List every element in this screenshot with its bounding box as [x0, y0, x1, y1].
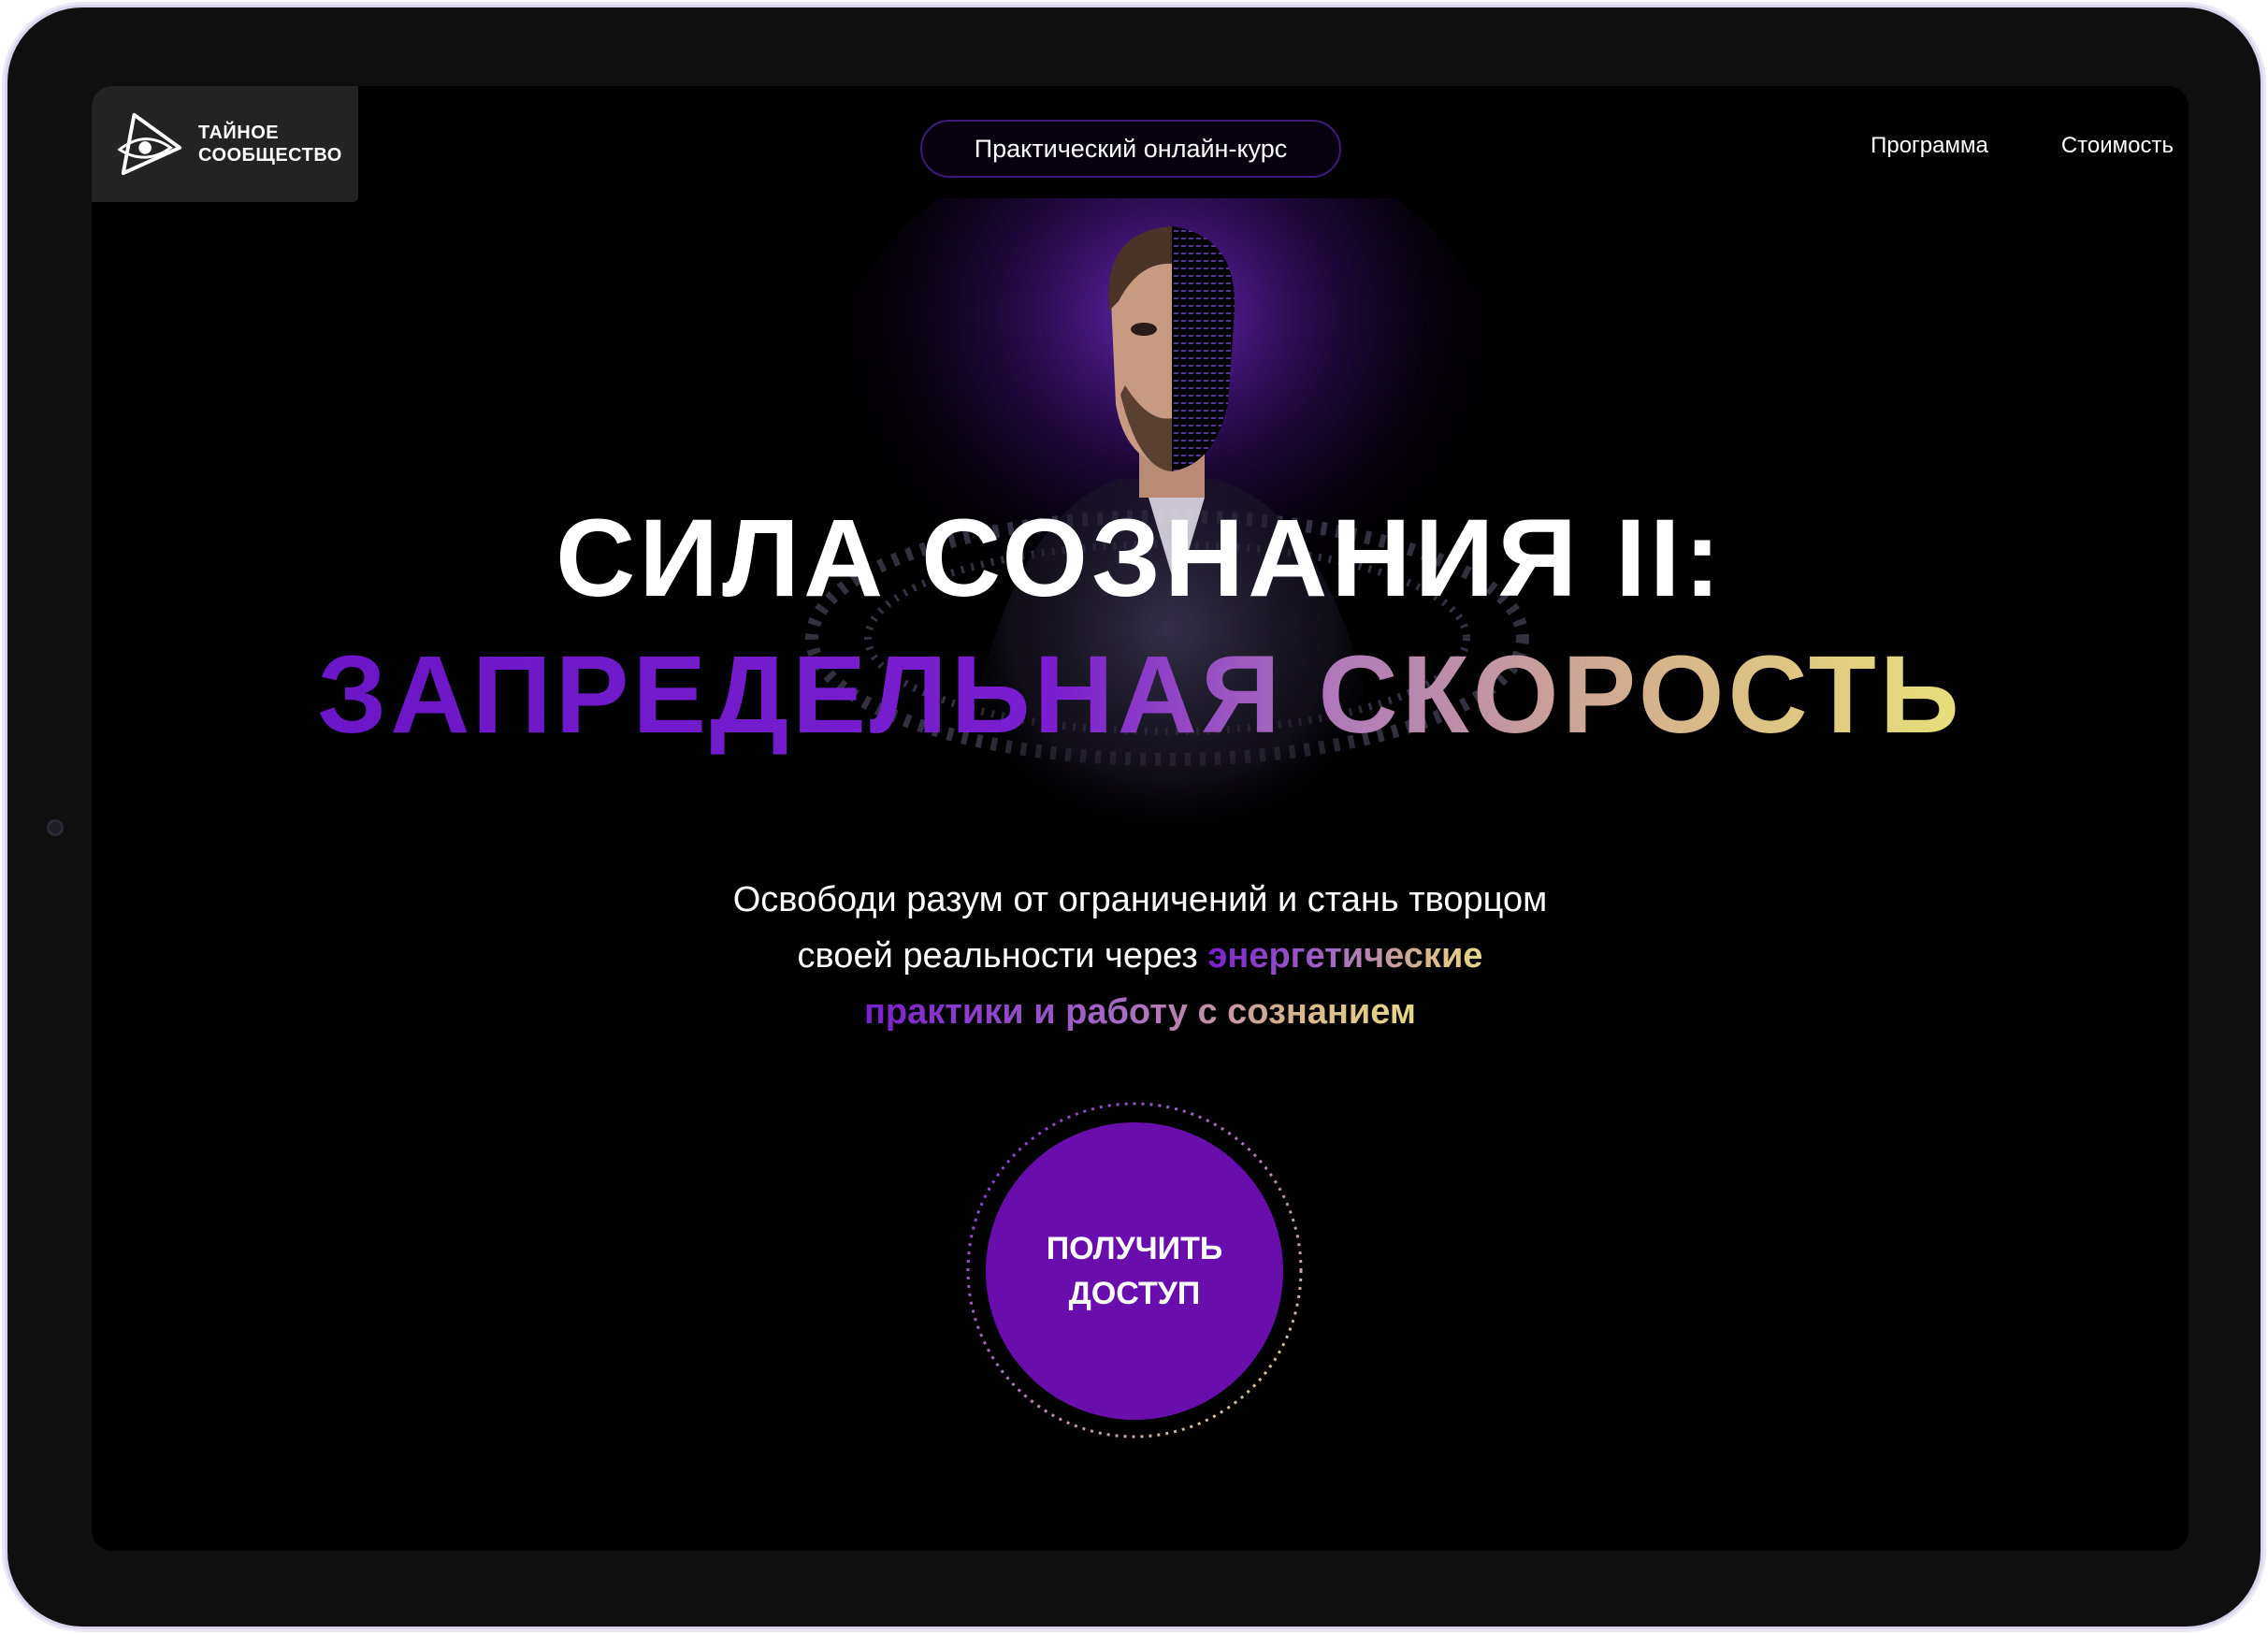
hero-subtitle: Освободи разум от ограничений и стань тв… — [92, 872, 2189, 1040]
logo-line-1: ТАЙНОЕ — [198, 123, 280, 143]
hero-title-highlight: ЗАПРЕДЕЛЬНАЯ СКОРОСТЬ — [92, 634, 2189, 756]
subtitle-line-3: практики и работу с сознанием — [92, 984, 2189, 1040]
logo-text: ТАЙНОЕ СООБЩЕСТВО — [198, 122, 342, 166]
subtitle-highlight-1: энергетические — [1207, 936, 1483, 976]
subtitle-line-1: Освободи разум от ограничений и стань тв… — [732, 880, 1548, 919]
course-type-badge: Практический онлайн-курс — [920, 120, 1341, 178]
logo[interactable]: ТАЙНОЕ СООБЩЕСТВО — [92, 86, 358, 202]
subtitle-line-2: своей реальности через энергетические — [92, 928, 2189, 984]
nav-link-price[interactable]: Стоимость — [2061, 133, 2174, 159]
subtitle-highlight-2: практики и работу с сознанием — [863, 992, 1417, 1032]
logo-line-2: СООБЩЕСТВО — [198, 145, 342, 166]
camera-icon — [47, 819, 64, 836]
get-access-button[interactable]: ПОЛУЧИТЬ ДОСТУП — [986, 1122, 1283, 1420]
main-nav: Программа Стоимость — [1871, 133, 2174, 159]
subtitle-text: своей реальности через — [797, 936, 1208, 976]
nav-link-program[interactable]: Программа — [1871, 133, 1988, 159]
landing-page: ТАЙНОЕ СООБЩЕСТВО Практический онлайн-ку… — [92, 86, 2189, 1551]
hero-title-line-2: ЗАПРЕДЕЛЬНАЯ СКОРОСТЬ — [317, 633, 1963, 757]
triangle-eye-icon — [117, 112, 182, 176]
hero-title: СИЛА СОЗНАНИЯ II: — [556, 497, 1725, 620]
tablet-frame: ТАЙНОЕ СООБЩЕСТВО Практический онлайн-ку… — [7, 7, 2261, 1627]
